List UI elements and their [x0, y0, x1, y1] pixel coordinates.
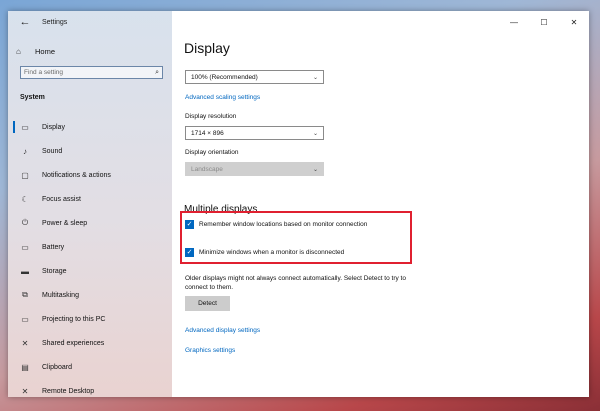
- sidebar-item-label: Notifications & actions: [42, 171, 111, 179]
- sidebar-item-shared-experiences[interactable]: ✕ Shared experiences: [8, 331, 172, 355]
- minimize-windows-checkbox[interactable]: ✓ Minimize windows when a monitor is dis…: [185, 248, 344, 257]
- multitasking-icon: ⧉: [22, 290, 28, 299]
- sidebar-item-label: Shared experiences: [42, 339, 105, 347]
- chevron-down-icon: ⌄: [312, 130, 318, 137]
- sidebar-item-label: Focus assist: [42, 195, 81, 203]
- sidebar-item-projecting-to-this-pc[interactable]: ▭ Projecting to this PC: [8, 307, 172, 331]
- speaker-icon: ♪: [23, 146, 27, 156]
- sidebar-item-battery[interactable]: ▭ Battery: [8, 235, 172, 259]
- sidebar-item-label: Multitasking: [42, 291, 79, 299]
- remote-desktop-icon: ✕: [21, 386, 29, 396]
- sidebar-item-label: Display: [42, 123, 65, 131]
- sidebar-item-label: Battery: [42, 243, 65, 251]
- search-box[interactable]: ⌕: [20, 66, 163, 79]
- home-icon: ⌂: [16, 46, 21, 56]
- scale-dropdown[interactable]: 100% (Recommended) ⌄: [185, 70, 324, 84]
- clipboard-icon: ▤: [21, 362, 29, 372]
- home-label: Home: [35, 46, 56, 56]
- notification-icon: ▢: [21, 170, 29, 180]
- sidebar-item-multitasking[interactable]: ⧉ Multitasking: [8, 283, 172, 307]
- title-bar: ← Settings: [8, 11, 172, 33]
- sidebar-item-clipboard[interactable]: ▤ Clipboard: [8, 355, 172, 379]
- chevron-down-icon: ⌄: [312, 74, 318, 81]
- moon-icon: ☾: [21, 194, 29, 204]
- advanced-display-link[interactable]: Advanced display settings: [185, 327, 260, 334]
- advanced-scaling-link[interactable]: Advanced scaling settings: [185, 94, 260, 101]
- sidebar-item-label: Projecting to this PC: [42, 315, 106, 323]
- sidebar-item-label: Sound: [42, 147, 63, 155]
- window-controls: — ☐ ✕: [499, 11, 589, 33]
- sidebar-item-storage[interactable]: ▬ Storage: [8, 259, 172, 283]
- resolution-value: 1714 × 896: [191, 129, 224, 137]
- orientation-value: Landscape: [191, 165, 223, 173]
- power-icon: ⏻: [21, 218, 29, 227]
- search-input[interactable]: [21, 69, 144, 76]
- close-icon[interactable]: ✕: [559, 11, 589, 33]
- chevron-down-icon: ⌄: [312, 166, 318, 173]
- minimize-windows-label: Minimize windows when a monitor is disco…: [199, 249, 345, 256]
- projecting-icon: ▭: [21, 314, 29, 324]
- sidebar-item-home[interactable]: ⌂ Home: [16, 44, 55, 58]
- app-title: Settings: [42, 18, 68, 26]
- maximize-icon[interactable]: ☐: [529, 11, 559, 33]
- sidebar-item-label: Power & sleep: [42, 219, 88, 227]
- page-title: Display: [184, 40, 230, 56]
- graphics-settings-link[interactable]: Graphics settings: [185, 347, 235, 354]
- storage-icon: ▬: [21, 266, 29, 276]
- checkmark-icon[interactable]: ✓: [185, 248, 194, 257]
- orientation-dropdown: Landscape ⌄: [185, 162, 324, 176]
- search-icon[interactable]: ⌕: [155, 69, 159, 77]
- detect-note: Older displays might not always connect …: [185, 275, 406, 291]
- sidebar-item-sound[interactable]: ♪ Sound: [8, 139, 172, 163]
- sidebar-item-display[interactable]: ▭ Display: [8, 115, 172, 139]
- display-icon: ▭: [21, 122, 29, 132]
- detect-button[interactable]: Detect: [185, 296, 230, 311]
- sidebar-item-label: Remote Desktop: [42, 387, 95, 395]
- battery-icon: ▭: [21, 242, 29, 252]
- remember-window-checkbox[interactable]: ✓ Remember window locations based on mon…: [185, 220, 367, 229]
- scale-value: 100% (Recommended): [191, 73, 258, 81]
- shared-icon: ✕: [21, 338, 29, 348]
- sidebar: ← Settings ⌂ Home ⌕ System ▭ Display ♪ Soun…: [8, 11, 172, 397]
- sidebar-item-label: Clipboard: [42, 363, 72, 371]
- checkmark-icon[interactable]: ✓: [185, 220, 194, 229]
- minimize-icon[interactable]: —: [499, 11, 529, 33]
- orientation-label: Display orientation: [185, 149, 239, 156]
- sidebar-item-remote-desktop[interactable]: ✕ Remote Desktop: [8, 379, 172, 397]
- remember-window-label: Remember window locations based on monit…: [199, 221, 368, 228]
- main-content: — ☐ ✕ Display 100% (Recommended) ⌄ Advan…: [172, 11, 589, 397]
- resolution-dropdown[interactable]: 1714 × 896 ⌄: [185, 126, 324, 140]
- sidebar-item-notifications-actions[interactable]: ▢ Notifications & actions: [8, 163, 172, 187]
- section-label-system: System: [20, 94, 45, 101]
- back-arrow-icon[interactable]: ←: [14, 11, 36, 33]
- sidebar-item-focus-assist[interactable]: ☾ Focus assist: [8, 187, 172, 211]
- settings-window: ← Settings ⌂ Home ⌕ System ▭ Display ♪ Soun…: [8, 11, 589, 397]
- sidebar-item-label: Storage: [42, 267, 67, 275]
- resolution-label: Display resolution: [185, 113, 237, 120]
- sidebar-item-power-sleep[interactable]: ⏻ Power & sleep: [8, 211, 172, 235]
- sidebar-nav: ▭ Display ♪ Sound ▢ Notifications & actions ☾ F…: [8, 115, 172, 397]
